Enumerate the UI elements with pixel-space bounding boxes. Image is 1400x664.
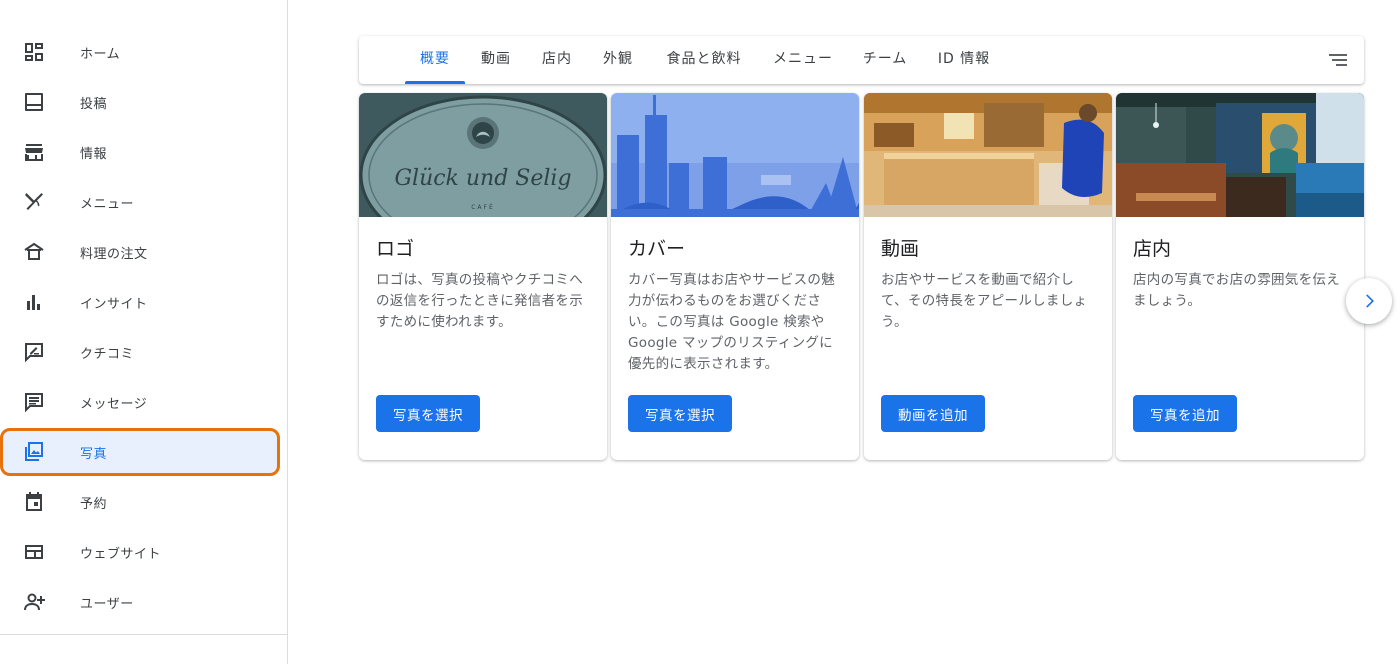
logo-subtext: CAFÉ xyxy=(471,203,495,211)
card-description: お店やサービスを動画で紹介して、その特長をアピールしましょう。 xyxy=(881,272,1088,330)
photo-category-tabs: 概要 動画 店内 外観 食品と飲料 メニュー チーム ID 情報 xyxy=(359,36,1364,84)
card-title: ロゴ xyxy=(376,238,415,260)
tab-overview[interactable]: 概要 xyxy=(405,36,465,84)
card-description: ロゴは、写真の投稿やクチコミへの返信を行ったときに発信者を示すために使われます。 xyxy=(376,272,583,330)
food-order-icon xyxy=(22,240,46,264)
sidebar-item-label: クチコミ xyxy=(80,346,135,362)
card-title: 動画 xyxy=(881,238,920,260)
sidebar-item-label: ウェブサイト xyxy=(80,546,162,562)
tab-id-info[interactable]: ID 情報 xyxy=(930,36,998,84)
card-title: カバー xyxy=(628,238,686,260)
tab-interior[interactable]: 店内 xyxy=(532,36,582,84)
video-card: 動画 お店やサービスを動画で紹介して、その特長をアピールしましょう。 動画を追加 xyxy=(864,93,1112,460)
sidebar-item-booking[interactable]: 予約 xyxy=(0,477,288,527)
active-tab-indicator xyxy=(405,81,465,84)
sidebar-item-label: 料理の注文 xyxy=(80,246,148,262)
logo-card: Glück und Selig CAFÉ ロゴ ロゴは、写真の投稿やクチコミへの… xyxy=(359,93,607,460)
tab-menu[interactable]: メニュー xyxy=(765,36,841,84)
add-user-icon xyxy=(22,590,46,614)
sidebar-item-insights[interactable]: インサイト xyxy=(0,277,288,327)
sidebar-item-label: 情報 xyxy=(80,146,108,162)
review-icon xyxy=(22,340,46,364)
logo-thumbnail: Glück und Selig CAFÉ xyxy=(359,93,607,217)
sidebar-item-website[interactable]: ウェブサイト xyxy=(0,527,288,577)
sidebar-item-users[interactable]: ユーザー xyxy=(0,577,288,627)
sidebar-item-messages[interactable]: メッセージ xyxy=(0,377,288,427)
chevron-right-icon xyxy=(1359,291,1379,311)
sidebar-item-label: インサイト xyxy=(80,296,148,312)
sidebar: ホーム 投稿 情報 メニュー 料理の注文 インサイト クチコミ メッセージ 写真… xyxy=(0,0,288,664)
carousel-next-button[interactable] xyxy=(1346,278,1392,324)
card-description: 店内の写真でお店の雰囲気を伝えましょう。 xyxy=(1133,272,1340,309)
cover-thumbnail xyxy=(611,93,859,217)
card-description: カバー写真はお店やサービスの魅力が伝わるものをお選びください。この写真は Goo… xyxy=(628,272,835,372)
sidebar-item-label: 投稿 xyxy=(80,96,108,112)
tab-video[interactable]: 動画 xyxy=(471,36,521,84)
add-interior-photo-button[interactable]: 写真を追加 xyxy=(1133,395,1237,432)
filter-icon[interactable] xyxy=(1326,48,1350,72)
select-logo-photo-button[interactable]: 写真を選択 xyxy=(376,395,480,432)
bar-chart-icon xyxy=(22,290,46,314)
sidebar-item-label: メニュー xyxy=(80,196,135,212)
tab-food-and-drink[interactable]: 食品と飲料 xyxy=(659,36,749,84)
sidebar-item-info[interactable]: 情報 xyxy=(0,127,288,177)
tab-team[interactable]: チーム xyxy=(857,36,913,84)
store-icon xyxy=(22,140,46,164)
select-cover-photo-button[interactable]: 写真を選択 xyxy=(628,395,732,432)
sidebar-item-reviews[interactable]: クチコミ xyxy=(0,327,288,377)
sidebar-divider xyxy=(0,634,288,635)
add-video-button[interactable]: 動画を追加 xyxy=(881,395,985,432)
website-icon xyxy=(22,540,46,564)
sidebar-item-menu[interactable]: メニュー xyxy=(0,177,288,227)
sidebar-item-label: メッセージ xyxy=(80,396,148,412)
photo-library-icon xyxy=(22,440,46,464)
interior-card: 店内 店内の写真でお店の雰囲気を伝えましょう。 写真を追加 xyxy=(1116,93,1364,460)
sidebar-item-label: 予約 xyxy=(80,496,108,512)
message-icon xyxy=(22,390,46,414)
logo-wordmark: Glück und Selig xyxy=(394,166,571,191)
dashboard-icon xyxy=(22,40,46,64)
card-title: 店内 xyxy=(1133,238,1172,260)
sidebar-item-home[interactable]: ホーム xyxy=(0,27,288,77)
video-thumbnail xyxy=(864,93,1112,217)
sidebar-item-photos[interactable]: 写真 xyxy=(0,427,288,477)
cover-card: カバー カバー写真はお店やサービスの魅力が伝わるものをお選びください。この写真は… xyxy=(611,93,859,460)
utensils-icon xyxy=(22,190,46,214)
tab-exterior[interactable]: 外観 xyxy=(593,36,643,84)
posts-icon xyxy=(22,90,46,114)
sidebar-item-label: ホーム xyxy=(80,46,121,62)
calendar-icon xyxy=(22,490,46,514)
sidebar-item-label: 写真 xyxy=(80,446,108,462)
sidebar-item-posts[interactable]: 投稿 xyxy=(0,77,288,127)
interior-thumbnail xyxy=(1116,93,1364,217)
sidebar-item-food-order[interactable]: 料理の注文 xyxy=(0,227,288,277)
sidebar-item-label: ユーザー xyxy=(80,596,134,612)
